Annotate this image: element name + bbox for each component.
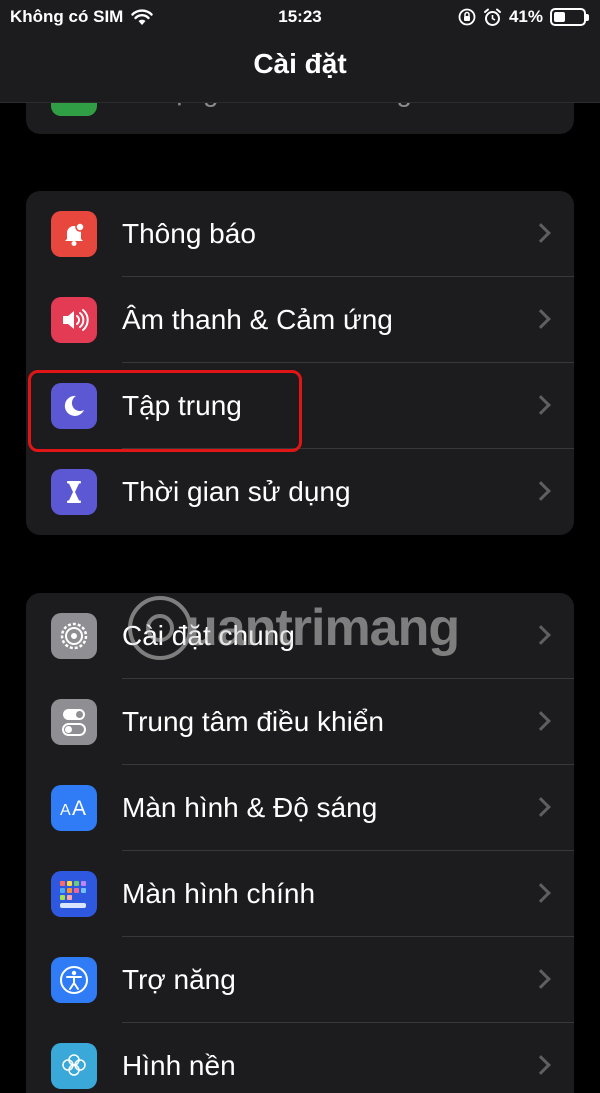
chevron-right-icon (531, 309, 551, 329)
battery-percent: 41% (508, 7, 543, 26)
svg-text:A: A (72, 797, 86, 820)
watermark-logo: uantrimang (128, 596, 460, 660)
bell-icon (51, 211, 97, 257)
settings-row-display-brightness[interactable]: A A Màn hình & Độ sáng (26, 765, 574, 851)
watermark-circle-icon (128, 596, 192, 660)
settings-row-control-center[interactable]: Trung tâm điều khiển (26, 679, 574, 765)
focus-highlight-box (28, 370, 302, 452)
gear-icon (51, 613, 97, 659)
battery-icon (550, 8, 589, 26)
chevron-right-icon (531, 223, 551, 243)
chevron-right-icon (531, 711, 551, 731)
alarm-icon (483, 8, 501, 26)
status-bar: Không có SIM 15:23 41% (0, 0, 600, 34)
toggle-icon (51, 699, 97, 745)
settings-row-sounds-haptics[interactable]: Âm thanh & Cảm ứng (26, 277, 574, 363)
settings-row-home-screen[interactable]: Màn hình chính (26, 851, 574, 937)
row-label: Hình nền (122, 1050, 236, 1081)
chevron-right-icon (531, 969, 551, 989)
settings-row-accessibility[interactable]: Trợ năng (26, 937, 574, 1023)
row-label: Màn hình chính (122, 878, 316, 909)
settings-row-screen-time[interactable]: Thời gian sử dụng (26, 449, 574, 535)
chevron-right-icon (531, 481, 551, 501)
svg-text:A: A (60, 802, 71, 819)
text-size-icon: A A (51, 785, 97, 831)
row-label: Trợ năng (122, 964, 236, 995)
settings-group-notifications: Thông báo Âm thanh & Cảm ứng Tập trung T… (26, 191, 574, 535)
chevron-right-icon (531, 797, 551, 817)
row-label: Màn hình & Độ sáng (122, 792, 378, 823)
row-label: Âm thanh & Cảm ứng (122, 304, 393, 335)
chevron-right-icon (531, 883, 551, 903)
watermark-text: uantrimang (186, 599, 460, 657)
home-grid-icon (51, 871, 97, 917)
chevron-right-icon (531, 1055, 551, 1075)
flower-icon (51, 1043, 97, 1089)
row-label: Trung tâm điều khiển (122, 706, 384, 737)
settings-row-wallpaper[interactable]: Hình nền (26, 1023, 574, 1093)
chevron-right-icon (531, 625, 551, 645)
settings-group-general: Cài đặt chung Trung tâm điều khiển A A M… (26, 593, 574, 1093)
status-right: 41% (458, 7, 589, 27)
hourglass-icon (51, 469, 97, 515)
chevron-right-icon (531, 395, 551, 415)
speaker-icon (51, 297, 97, 343)
orientation-lock-icon (458, 8, 476, 26)
navigation-bar: Cài đặt (0, 34, 600, 103)
row-label: Thông báo (122, 218, 256, 249)
accessibility-icon (51, 957, 97, 1003)
settings-row-notifications[interactable]: Thông báo (26, 191, 574, 277)
row-label: Thời gian sử dụng (122, 476, 351, 507)
page-title: Cài đặt (253, 48, 347, 79)
